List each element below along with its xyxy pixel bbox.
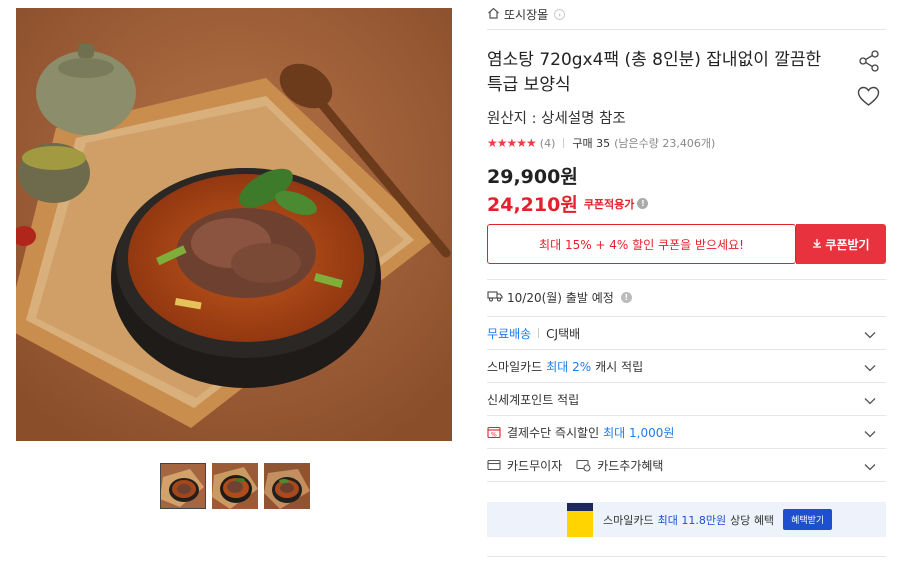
review-count[interactable]: (4) [540,137,556,150]
chevron-down-icon [864,427,876,441]
benefit-list: 무료배송 CJ택배 스마일카드 최대 2% 캐시 적립 신세계포인트 적립 % … [487,316,886,482]
section-divider [487,279,886,280]
shipping-date-row: 10/20(월) 출발 예정 ! [487,289,632,306]
info-icon[interactable]: ! [637,198,649,209]
product-title: 염소탕 720gx4팩 (총 8인분) 잡내없이 깔끔한 특급 보양식 [487,50,822,95]
purchase-count: 구매 35 [572,137,611,150]
instant-discount-label: 결제수단 즉시할인 [507,425,600,440]
card-extra-benefit-label: 카드추가혜택 [597,458,664,473]
home-icon [487,7,500,22]
cashback-label: 캐시 적립 [595,359,644,374]
divider [563,138,565,148]
discount-card-icon: % [487,426,501,439]
coupon-message: 최대 15% + 4% 할인 쿠폰을 받으세요! [487,224,796,264]
banner-highlight: 최대 11.8만원 [657,513,727,527]
card-benefit-icon [576,459,591,472]
chevron-down-icon [864,460,876,474]
thumbnail-3[interactable] [264,463,310,509]
smilecard-cashback-row[interactable]: 스마일카드 최대 2% 캐시 적립 [487,349,886,382]
original-price: 29,900원 [487,166,578,188]
remaining-stock: (남은수량 23,406개) [614,137,716,150]
shinsegae-point-label: 신세계포인트 적립 [487,392,580,407]
smilecard-rate: 최대 2% [546,359,592,374]
smilecard-image [567,503,593,537]
shinsegae-point-row[interactable]: 신세계포인트 적립 [487,382,886,415]
coupon-button-label: 쿠폰받기 [825,237,870,252]
thumbnail-2[interactable] [212,463,258,509]
rating-stars: ★★★★★ [487,136,537,150]
store-link[interactable]: 또시장몰 › [487,0,886,30]
truck-icon [487,290,503,305]
banner-text: 스마일카드 [603,513,654,527]
chevron-down-icon [864,361,876,375]
thumbnail-1[interactable] [160,463,206,509]
product-info-panel: 또시장몰 › 염소탕 720gx4팩 (총 8인분) 잡내없이 깔끔한 특급 보… [487,0,886,557]
chevron-right-icon: › [554,9,566,20]
rating-row: ★★★★★ (4) 구매 35 (남은수량 23,406개) [487,135,715,151]
download-icon [812,237,822,251]
shipping-date: 10/20(월) 출발 예정 [507,291,614,305]
card-icon [487,459,501,471]
heart-icon[interactable] [857,86,880,111]
product-main-image [16,8,452,441]
courier-name: CJ택배 [546,326,581,341]
instant-discount-row[interactable]: % 결제수단 즉시할인 최대 1,000원 [487,415,886,448]
store-name: 또시장몰 [504,8,549,22]
delivery-row[interactable]: 무료배송 CJ택배 [487,316,886,349]
thumbnail-strip [160,463,310,509]
card-benefits-row[interactable]: 카드무이자 카드추가혜택 [487,448,886,482]
sale-price: 24,210원 [487,194,578,216]
interest-free-label: 카드무이자 [507,458,563,473]
sale-price-row: 24,210원 쿠폰적용가 ! [487,190,649,217]
chevron-down-icon [864,394,876,408]
instant-discount-amount: 최대 1,000원 [603,425,675,440]
section-divider [487,556,886,557]
coupon-download-button[interactable]: 쿠폰받기 [796,224,886,264]
info-icon[interactable]: ! [620,292,632,303]
smilecard-label: 스마일카드 [487,359,543,374]
divider [538,328,540,338]
chevron-down-icon [864,328,876,342]
free-shipping-label: 무료배송 [487,326,532,341]
origin-text: 원산지 : 상세설명 참조 [487,111,626,127]
coupon-price-label: 쿠폰적용가 [583,197,635,211]
smilecard-banner[interactable]: 스마일카드 최대 11.8만원 상당 혜택 혜택받기 [487,502,886,537]
banner-benefit-button[interactable]: 혜택받기 [783,509,833,530]
svg-text:%: % [491,431,497,438]
share-icon[interactable] [858,50,880,76]
banner-text-2: 상당 혜택 [730,513,775,527]
